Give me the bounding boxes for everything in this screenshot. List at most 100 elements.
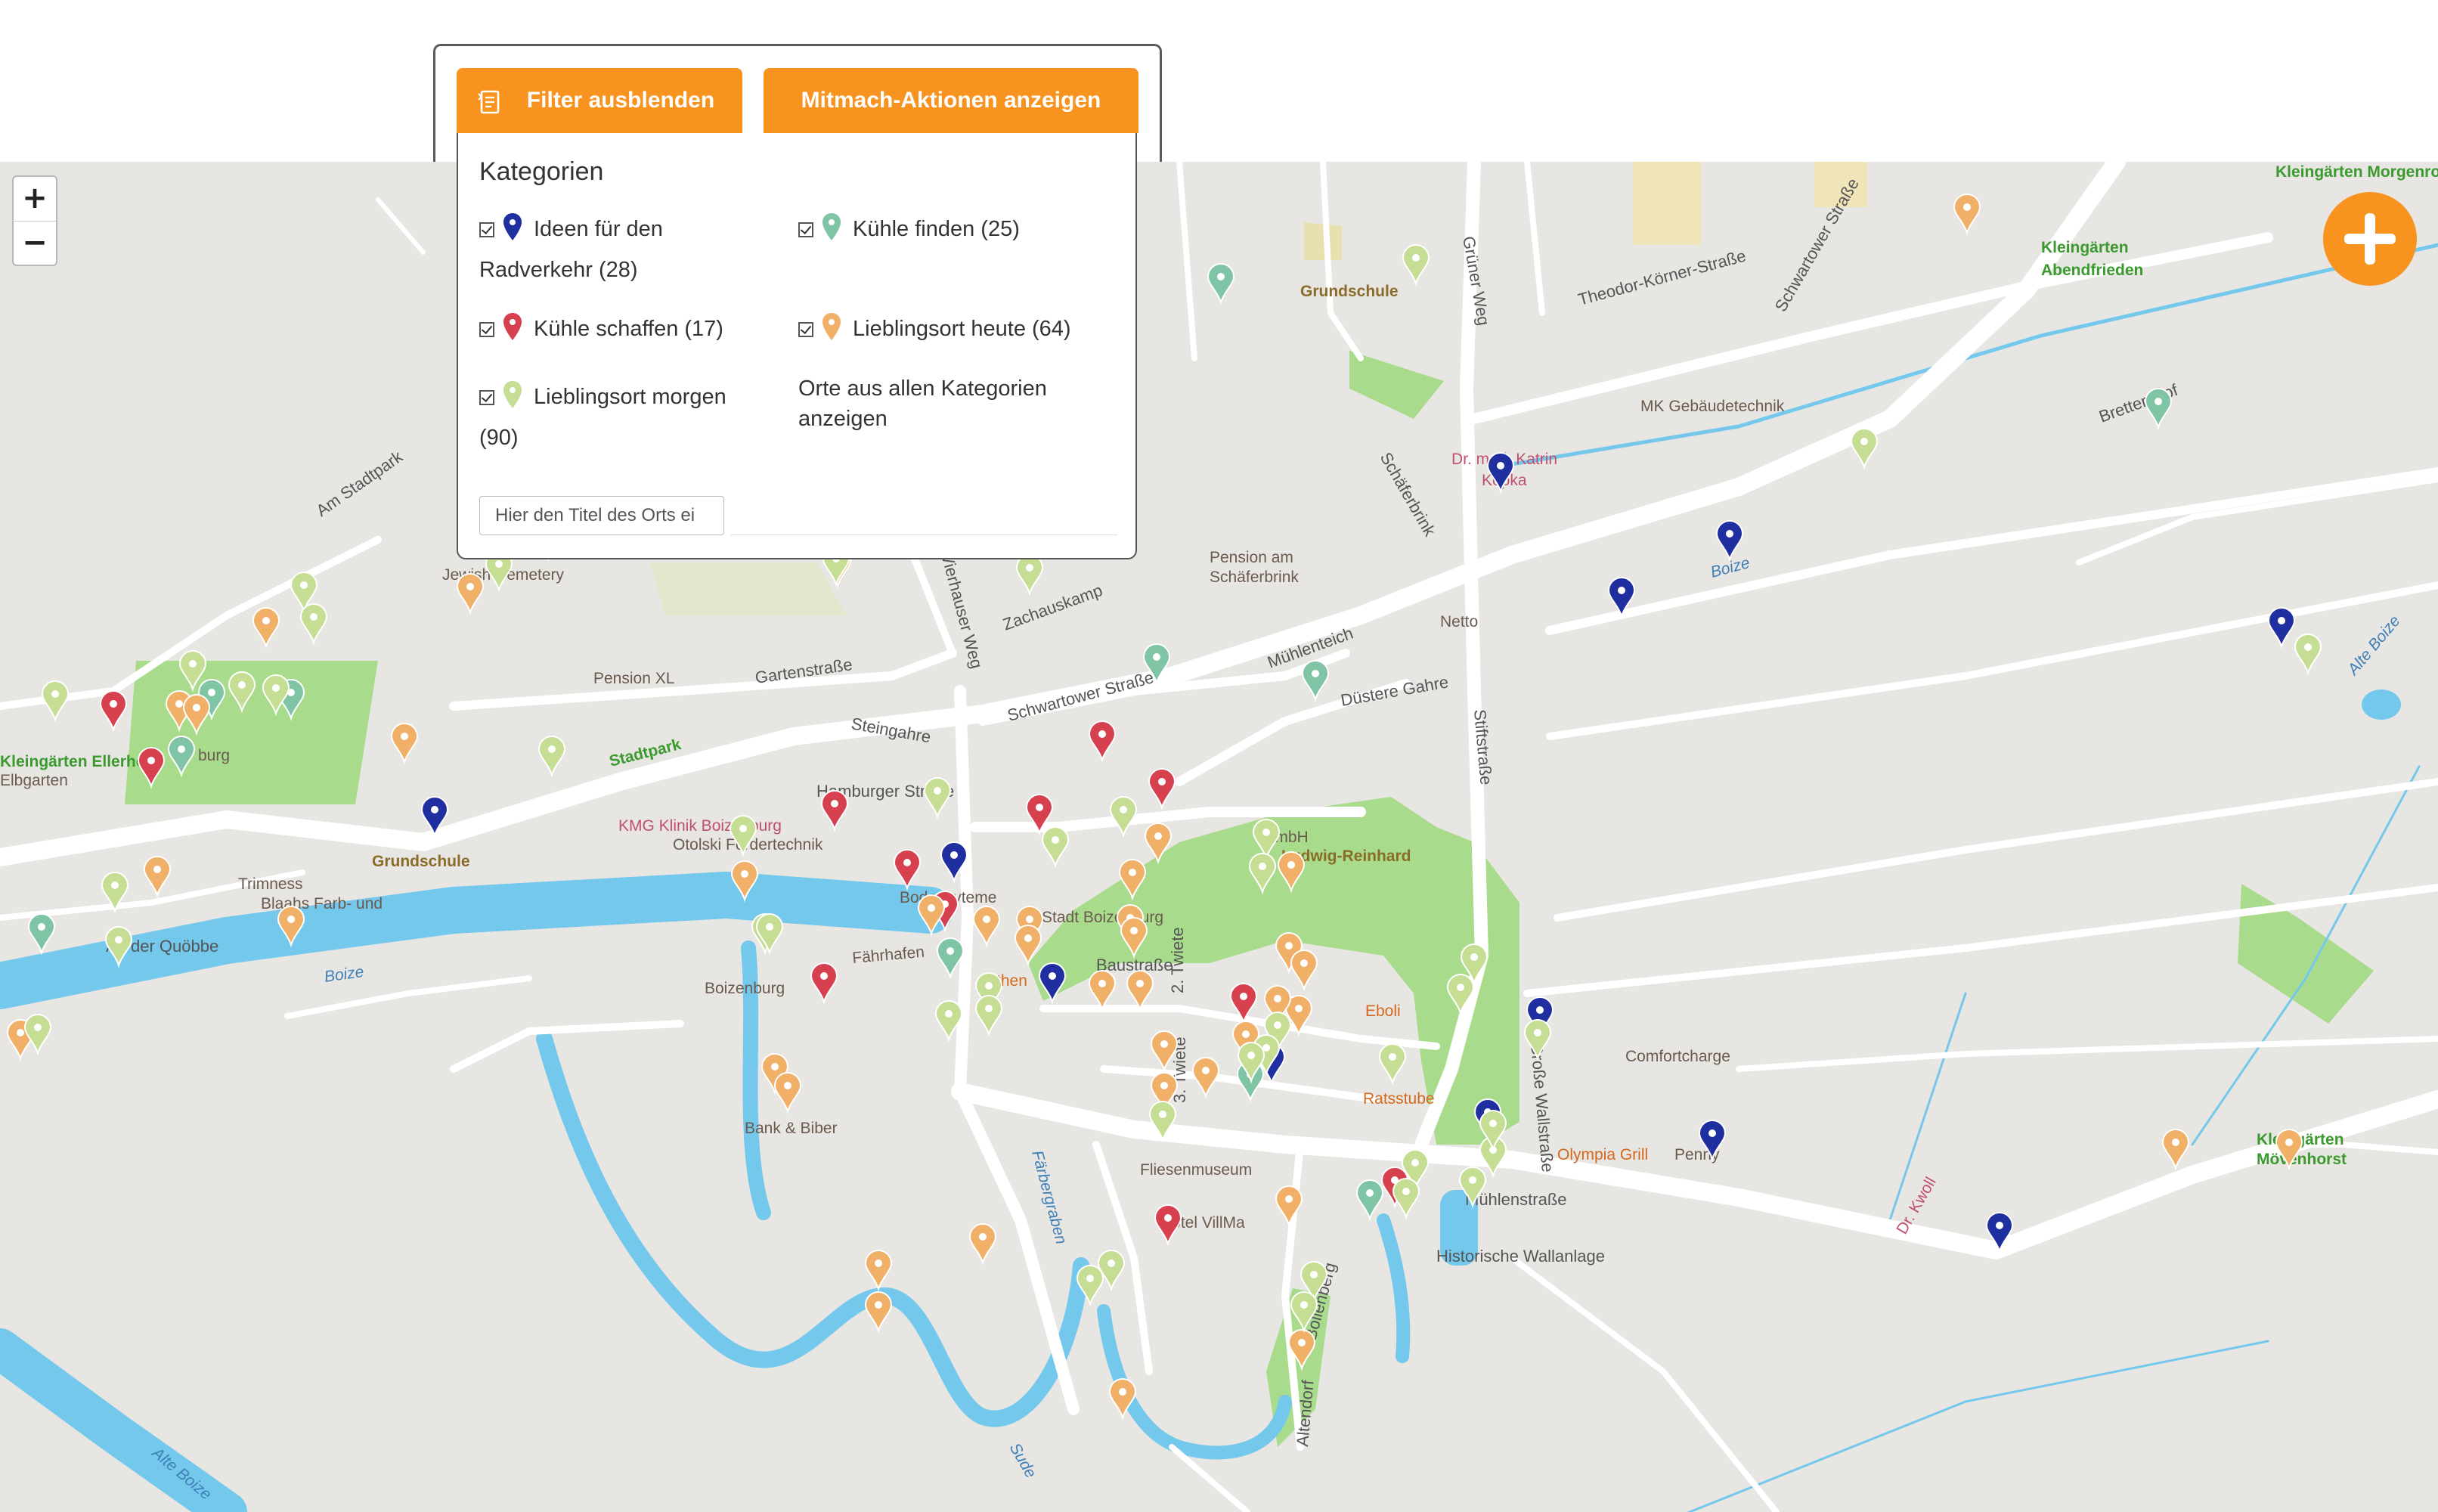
map-pin-dot (300, 581, 308, 589)
map-pin-dot (983, 916, 990, 923)
map-pin-dot (147, 757, 155, 764)
map-pin-dot (1107, 1259, 1115, 1267)
checkbox-kuehle-schaffen[interactable] (479, 322, 494, 337)
add-place-button[interactable] (2323, 192, 2417, 286)
map-pin-dot (175, 700, 183, 708)
map-pin-dot (1036, 804, 1043, 811)
map-pin-dot (34, 1024, 42, 1031)
checkbox-lieblingsort-morgen[interactable] (479, 390, 494, 405)
map-pin-dot (875, 1259, 882, 1267)
lime-pin-icon (503, 381, 522, 408)
zoom-out-button[interactable]: − (14, 221, 56, 265)
map-pin-dot (1136, 980, 1144, 987)
map-pin-dot (1310, 1271, 1318, 1278)
category-kuehle-finden[interactable]: Kühle finden (25) (798, 209, 1020, 249)
map-pin-dot (2155, 398, 2162, 405)
map-pin-dot (1298, 1339, 1306, 1346)
map-pin-dot (1489, 1120, 1497, 1127)
map-pin-dot (945, 1010, 953, 1018)
map-pin-dot (1274, 995, 1281, 1002)
zoom-in-button[interactable]: + (14, 177, 56, 221)
lake (2362, 689, 2401, 720)
map-pin-dot (875, 1301, 882, 1309)
map-label: Comfortcharge (1625, 1048, 1730, 1065)
checkbox-kuehle-finden[interactable] (798, 222, 813, 237)
map-pin-dot (1996, 1222, 2003, 1229)
blue-pin-icon (503, 213, 522, 240)
category-label: Kühle finden (25) (853, 217, 1020, 241)
category-ideen-radverkehr[interactable]: Ideen für den Radverkehr (28) (479, 209, 782, 290)
show-all-line1: Orte aus allen Kategorien (798, 376, 1047, 401)
map-label: Grundschule (372, 853, 470, 870)
hide-filter-button[interactable]: Filter ausblenden (457, 68, 742, 133)
map-pin-dot (2285, 1139, 2293, 1146)
checkbox-lieblingsort-heute[interactable] (798, 322, 813, 337)
show-actions-button[interactable]: Mitmach-Aktionen anzeigen (764, 68, 1138, 133)
map-pin-dot (38, 923, 45, 931)
map-pin-dot (1287, 861, 1295, 869)
place-title-search-input[interactable] (479, 496, 724, 535)
map-pin-dot (1049, 972, 1056, 980)
map-pin-dot (1098, 980, 1106, 987)
category-lieblingsort-morgen[interactable]: Lieblingsort morgen (90) (479, 376, 782, 458)
map-label: burg (198, 747, 230, 764)
map-pin-dot (1262, 829, 1270, 836)
show-all-line2: anzeigen (798, 407, 888, 431)
map-pin-dot (820, 972, 828, 980)
map-pin-dot (1300, 1301, 1308, 1309)
map-pin-dot (1160, 1040, 1168, 1048)
map-label: Abendfrieden (2041, 262, 2143, 279)
map-label: Ratsstube (1363, 1090, 1435, 1108)
map-canvas[interactable]: Kleingärten Morgenrot Kleingärten Abendfri… (0, 162, 2438, 1512)
map-pin-dot (1129, 869, 1136, 876)
map-pin-dot (928, 904, 935, 912)
map-pin-dot (1086, 1275, 1094, 1282)
map-pin-dot (1412, 254, 1420, 262)
map-pin-dot (193, 704, 200, 711)
map-pin-dot (1119, 1388, 1126, 1396)
map-svg[interactable]: Kleingärten Morgenrot Kleingärten Abendfri… (0, 162, 2438, 1512)
map-pin-dot (741, 870, 748, 878)
map-pin-dot (831, 800, 838, 807)
map-pin-dot (1242, 1030, 1250, 1038)
map-pin-dot (310, 613, 318, 621)
zoom-control: + − (12, 175, 57, 266)
category-label: Ideen für den (534, 217, 663, 241)
map-pin-dot (1389, 1053, 1396, 1061)
filter-panel: Kategorien Ideen für den Radverkehr (28) … (457, 133, 1137, 559)
map-pin-dot (985, 982, 993, 990)
map-label: Blaahs Farb- und (261, 895, 383, 912)
map-pin-dot (110, 700, 117, 708)
map-pin-dot (1285, 942, 1293, 950)
checkbox-ideen-radverkehr[interactable] (479, 222, 494, 237)
hide-filter-label: Filter ausblenden (526, 88, 715, 113)
map-label: Kleingärten (2041, 239, 2129, 256)
category-label: Lieblingsort heute (64) (853, 317, 1071, 341)
map-label: Fliesenmuseum (1140, 1161, 1252, 1179)
map-pin-dot (784, 1082, 791, 1089)
map-label: Pension am (1210, 549, 1293, 566)
map-pin-dot (2172, 1139, 2179, 1146)
map-label: Netto (1440, 613, 1478, 631)
map-pin-dot (1726, 530, 1733, 538)
map-pin-dot (1457, 984, 1464, 991)
map-label: KMG Klinik Boizenburg (618, 817, 782, 835)
map-pin-dot (1312, 670, 1319, 677)
map-pin-dot (466, 583, 474, 590)
map-pin-dot (1285, 1195, 1293, 1203)
category-lieblingsort-heute[interactable]: Lieblingsort heute (64) (798, 308, 1071, 349)
map-pin-dot (1274, 1021, 1281, 1029)
map-pin-dot (1098, 730, 1106, 738)
show-all-categories-link[interactable]: Orte aus allen Kategorien anzeigen (798, 373, 1047, 434)
map-label: Schäferbrink (1210, 569, 1299, 586)
map-pin-dot (739, 825, 747, 832)
category-kuehle-schaffen[interactable]: Kühle schaffen (17) (479, 308, 723, 349)
map-pin-dot (401, 733, 408, 740)
map-label: Trimness (238, 875, 303, 893)
map-pin-dot (495, 560, 503, 568)
map-pin-dot (1963, 203, 1971, 211)
map-pin-dot (272, 684, 280, 692)
map-pin-dot (1024, 934, 1032, 942)
map-pin-dot (1259, 863, 1266, 870)
map-pin-dot (17, 1029, 24, 1036)
